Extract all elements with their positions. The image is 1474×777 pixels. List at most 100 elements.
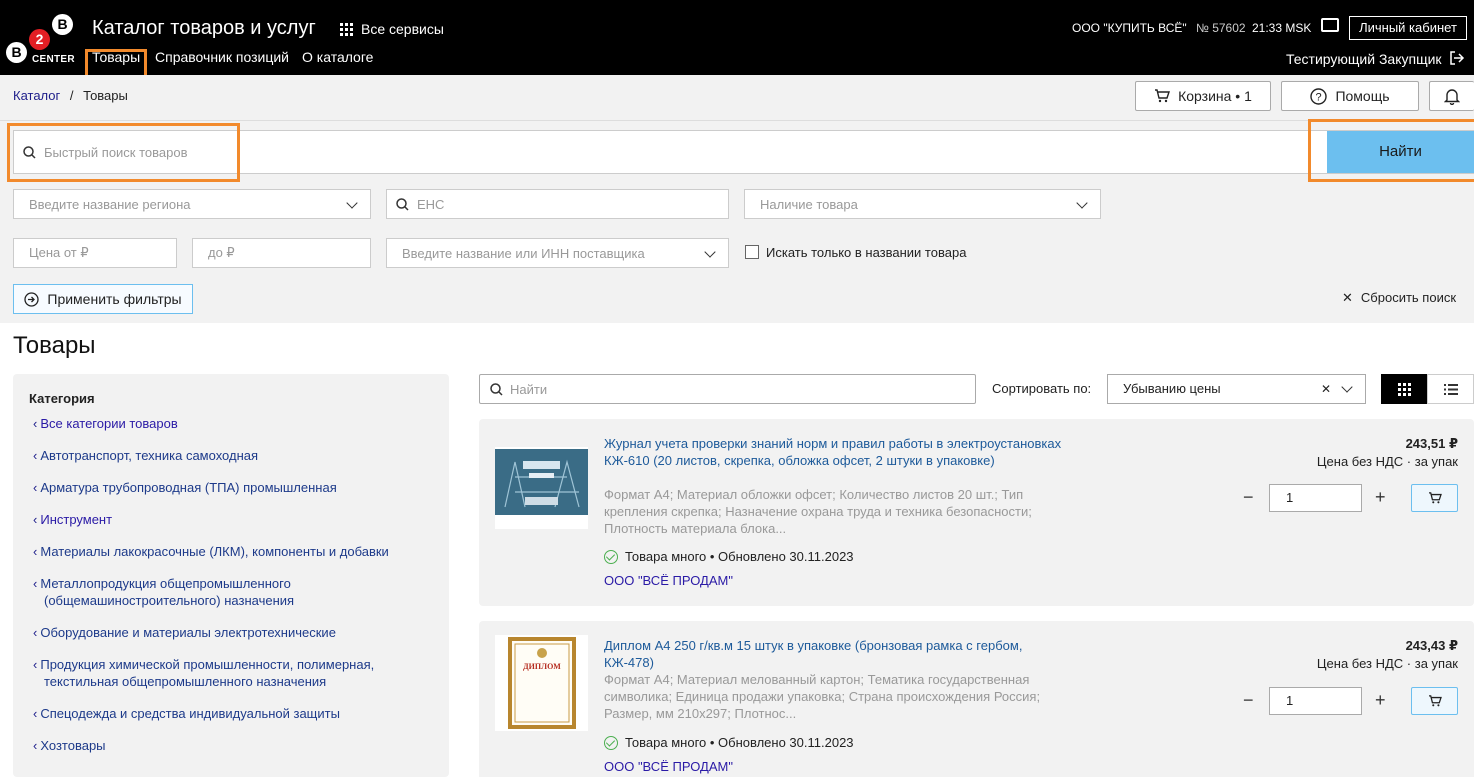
sort-select[interactable]: Убыванию цены ✕	[1107, 374, 1366, 404]
all-services-label: Все сервисы	[361, 21, 444, 37]
list-search-placeholder: Найти	[510, 382, 548, 397]
reset-search-label: Сбросить поиск	[1360, 290, 1457, 305]
stock-text: Товара много • Обновлено 30.11.2023	[625, 549, 854, 564]
add-to-cart-button[interactable]	[1411, 687, 1458, 715]
category-label: Все категории товаров	[40, 416, 178, 431]
price-unit: Цена без НДС · за упак	[1316, 656, 1458, 671]
chevron-left-icon: ‹	[33, 706, 38, 721]
logo-b-left: B	[6, 42, 27, 63]
breadcrumb-current: Товары	[83, 88, 128, 103]
cart-icon	[1428, 695, 1442, 707]
product-price: 243,51 ₽	[1405, 436, 1458, 451]
chevron-left-icon: ‹	[33, 480, 38, 495]
find-highlight-box	[1308, 119, 1474, 182]
reset-search-button[interactable]: ✕ Сбросить поиск	[1342, 290, 1456, 306]
chevron-left-icon: ‹	[33, 657, 38, 672]
increase-quantity-button[interactable]: +	[1375, 487, 1386, 508]
nav-about-catalog[interactable]: О каталоге	[302, 49, 373, 65]
list-search-input[interactable]: Найти	[479, 374, 976, 404]
grid-view-button[interactable]	[1381, 374, 1427, 404]
nav-positions-directory[interactable]: Справочник позиций	[155, 49, 289, 65]
close-icon: ✕	[1342, 290, 1353, 305]
category-label: Оборудование и материалы электротехничес…	[40, 625, 336, 640]
sort-value: Убыванию цены	[1123, 381, 1221, 396]
category-metal[interactable]: ‹ Металлопродукция общепромышленного (общ…	[33, 575, 323, 609]
seller-link[interactable]: ООО "ВСЁ ПРОДАМ"	[604, 573, 733, 588]
category-label: Автотранспорт, техника самоходная	[40, 448, 259, 463]
add-to-cart-button[interactable]	[1411, 484, 1458, 512]
logout-icon[interactable]	[1449, 50, 1465, 66]
top-header: B 2 B CENTER Каталог товаров и услуг Все…	[0, 0, 1474, 79]
price-from-placeholder: Цена от ₽	[29, 245, 89, 260]
name-only-checkbox[interactable]	[745, 245, 759, 259]
chevron-left-icon: ‹	[33, 416, 38, 431]
organization-number: № 57602	[1196, 21, 1246, 35]
availability-select[interactable]: Наличие товара	[744, 189, 1101, 219]
seller-link[interactable]: ООО "ВСЁ ПРОДАМ"	[604, 759, 733, 774]
category-label: Хозтовары	[40, 738, 106, 753]
supplier-select[interactable]: Введите название или ИНН поставщика	[386, 238, 729, 268]
quantity-input[interactable]: 1	[1269, 687, 1362, 715]
breadcrumb-separator: /	[69, 88, 74, 103]
product-title-link[interactable]: Журнал учета проверки знаний норм и прав…	[604, 435, 1074, 469]
app-title: Каталог товаров и услуг	[92, 17, 316, 39]
product-image-journal[interactable]	[495, 447, 588, 529]
user-name[interactable]: Тестирующий Закупщик	[1286, 51, 1442, 67]
cart-label: Корзина • 1	[1178, 88, 1252, 104]
chevron-down-icon	[346, 197, 358, 209]
chevron-left-icon: ‹	[33, 738, 38, 753]
product-image-diploma[interactable]: ДИПЛОМ	[495, 635, 588, 731]
breadcrumb-catalog-link[interactable]: Каталог	[13, 88, 60, 103]
cart-button[interactable]: Корзина • 1	[1135, 81, 1271, 111]
diploma-image-text: ДИПЛОМ	[523, 662, 561, 671]
stock-text: Товара много • Обновлено 30.11.2023	[625, 735, 854, 750]
ens-input[interactable]: ЕНС	[386, 189, 729, 219]
category-all[interactable]: ‹ Все категории товаров	[33, 415, 433, 432]
help-label: Помощь	[1335, 88, 1390, 104]
category-household[interactable]: ‹ Хозтовары	[33, 737, 433, 754]
question-icon: ?	[1310, 87, 1328, 105]
decrease-quantity-button[interactable]: −	[1243, 690, 1254, 711]
category-workwear[interactable]: ‹ Спецодежда и средства индивидуальной за…	[33, 705, 433, 722]
price-from-input[interactable]: Цена от ₽	[13, 238, 177, 268]
category-electrical[interactable]: ‹ Оборудование и материалы электротехниче…	[33, 624, 433, 641]
category-title: Категория	[29, 391, 95, 406]
category-label: Арматура трубопроводная (ТПА) промышленн…	[40, 480, 337, 495]
chevron-down-icon	[1341, 381, 1353, 393]
notifications-button[interactable]	[1429, 81, 1474, 111]
region-placeholder: Введите название региона	[29, 196, 191, 212]
increase-quantity-button[interactable]: +	[1375, 690, 1386, 711]
check-circle-icon	[604, 549, 618, 564]
bell-icon	[1444, 88, 1460, 105]
b2b-center-logo[interactable]: B 2 B CENTER	[6, 14, 76, 69]
price-to-input[interactable]: до ₽	[192, 238, 371, 268]
price-to-placeholder: до ₽	[208, 245, 235, 260]
apply-filters-button[interactable]: Применить фильтры	[13, 284, 193, 314]
grid-view-icon	[1397, 382, 1411, 396]
category-valves[interactable]: ‹ Арматура трубопроводная (ТПА) промышлен…	[33, 479, 433, 496]
category-label: Спецодежда и средства индивидуальной защ…	[40, 706, 340, 721]
category-tools[interactable]: ‹ Инструмент	[33, 511, 433, 528]
list-view-button[interactable]	[1427, 374, 1474, 404]
stock-status: Товара много • Обновлено 30.11.2023	[604, 549, 854, 564]
svg-text:?: ?	[1316, 91, 1322, 103]
personal-cabinet-button[interactable]: Личный кабинет	[1349, 16, 1467, 40]
cart-icon	[1155, 89, 1171, 103]
wallet-icon[interactable]	[1321, 18, 1339, 32]
all-services-button[interactable]: Все сервисы	[340, 21, 444, 37]
decrease-quantity-button[interactable]: −	[1243, 487, 1254, 508]
name-only-label[interactable]: Искать только в названии товара	[766, 245, 966, 260]
region-select[interactable]: Введите название региона	[13, 189, 371, 219]
category-auto[interactable]: ‹ Автотранспорт, техника самоходная	[33, 447, 433, 464]
clear-icon[interactable]: ✕	[1321, 375, 1331, 403]
help-button[interactable]: ? Помощь	[1281, 81, 1419, 111]
quantity-input[interactable]: 1	[1269, 484, 1362, 512]
category-chemical[interactable]: ‹ Продукция химической промышленности, по…	[33, 656, 403, 690]
product-title-link[interactable]: Диплом А4 250 г/кв.м 15 штук в упаковке …	[604, 637, 1074, 671]
list-view-icon	[1443, 383, 1458, 395]
apply-filters-label: Применить фильтры	[47, 291, 182, 307]
chevron-left-icon: ‹	[33, 448, 38, 463]
category-paints[interactable]: ‹ Материалы лакокрасочные (ЛКМ), компонен…	[33, 543, 433, 560]
check-circle-icon	[604, 735, 618, 750]
category-label: Металлопродукция общепромышленного (обще…	[40, 576, 295, 608]
